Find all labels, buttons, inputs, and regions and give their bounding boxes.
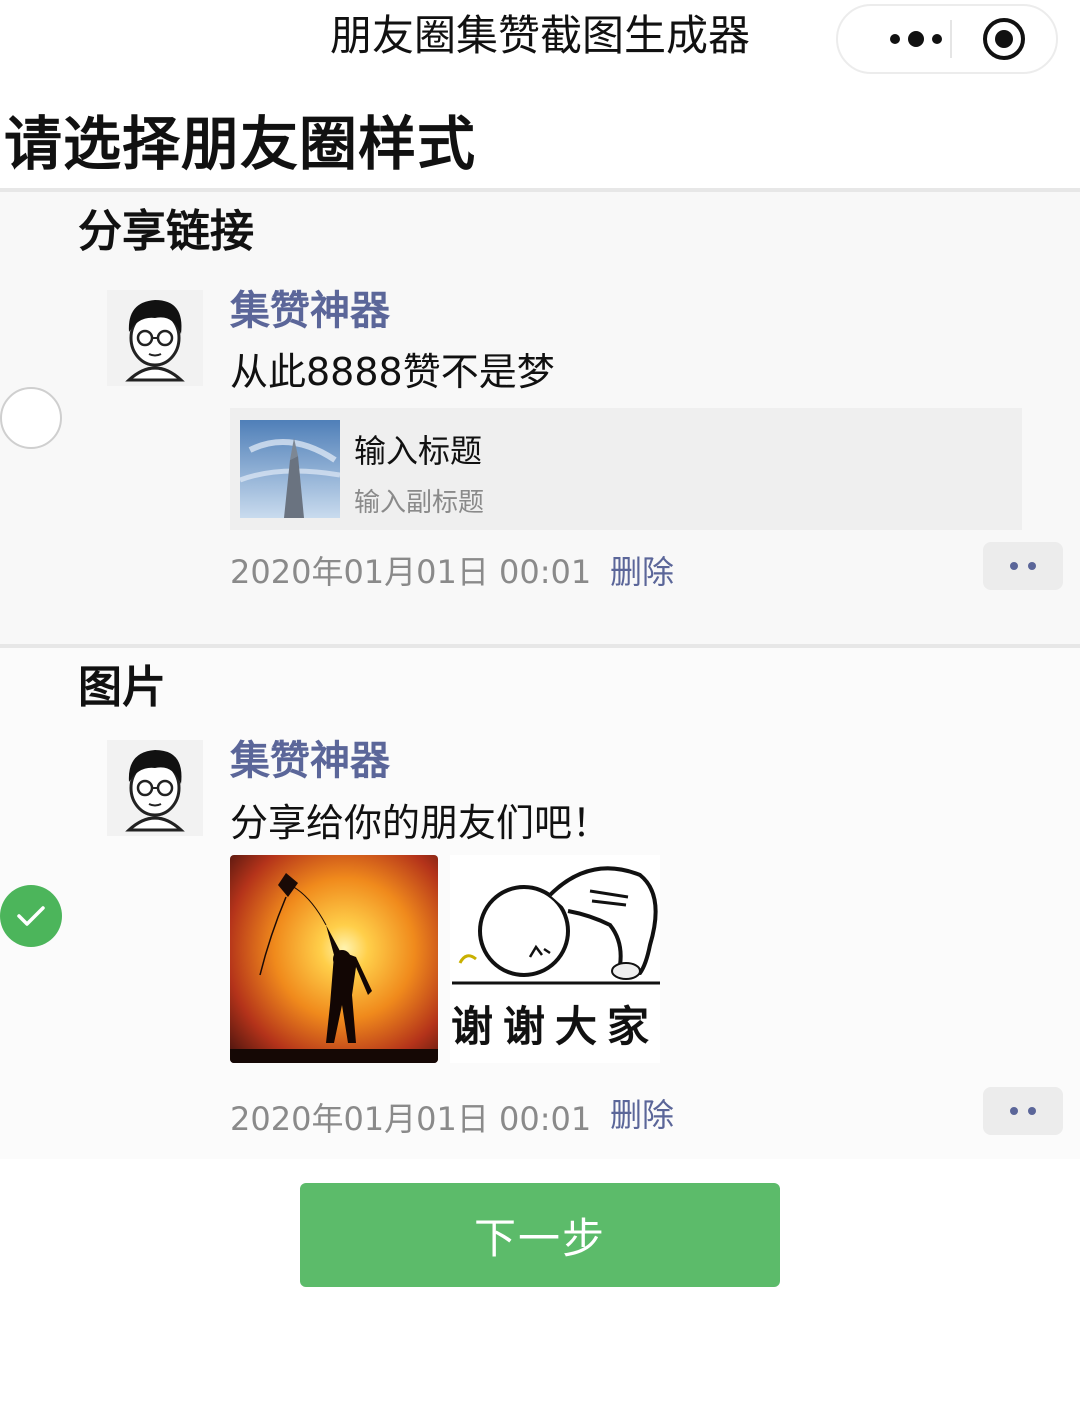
delete-link[interactable]: 删除 bbox=[610, 551, 674, 593]
nickname: 集赞神器 bbox=[230, 288, 390, 334]
capsule-divider bbox=[950, 20, 952, 58]
next-step-button[interactable]: 下一步 bbox=[300, 1183, 780, 1287]
section-title-image: 图片 bbox=[78, 662, 166, 713]
target-icon[interactable] bbox=[983, 18, 1025, 60]
post-time: 2020年01月01日 00:01 bbox=[230, 553, 592, 591]
checkmark-icon bbox=[17, 906, 45, 926]
avatar bbox=[107, 740, 203, 836]
section-title-link: 分享链接 bbox=[78, 206, 254, 257]
kite-sunset-photo[interactable] bbox=[230, 855, 438, 1063]
nickname: 集赞神器 bbox=[230, 738, 390, 784]
post-text: 从此8888赞不是梦 bbox=[230, 350, 555, 394]
more-dots-icon[interactable] bbox=[876, 6, 956, 72]
thanks-sticker[interactable]: 谢谢大家 bbox=[450, 855, 660, 1063]
avatar bbox=[107, 290, 203, 386]
link-thumbnail bbox=[240, 420, 340, 518]
radio-image-style[interactable] bbox=[0, 885, 62, 947]
delete-link[interactable]: 删除 bbox=[610, 1094, 674, 1136]
link-card[interactable]: 输入标题 输入副标题 bbox=[230, 408, 1022, 530]
link-subtitle: 输入副标题 bbox=[354, 488, 485, 518]
page-heading: 请选择朋友圈样式 bbox=[4, 110, 477, 178]
post-time: 2020年01月01日 00:01 bbox=[230, 1100, 592, 1138]
radio-link-style[interactable] bbox=[0, 387, 62, 449]
comment-dots-icon[interactable] bbox=[983, 1087, 1063, 1135]
capsule-menu bbox=[836, 4, 1058, 74]
sticker-caption: 谢谢大家 bbox=[450, 1002, 659, 1051]
link-title: 输入标题 bbox=[354, 432, 483, 470]
comment-dots-icon[interactable] bbox=[983, 542, 1063, 590]
post-text: 分享给你的朋友们吧！ bbox=[230, 801, 611, 845]
